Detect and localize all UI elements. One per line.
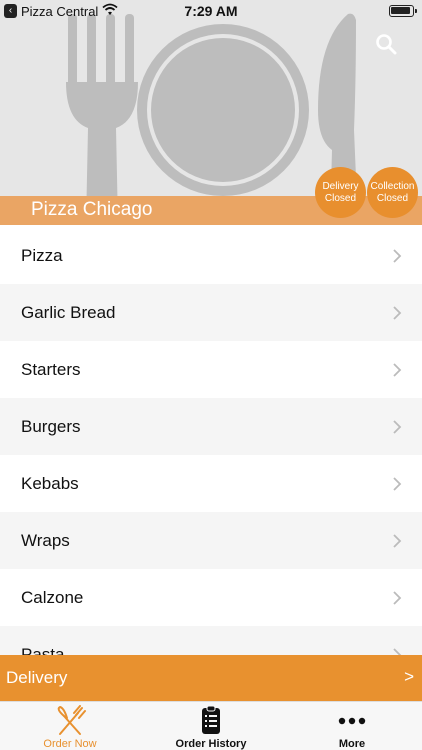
collection-status-badge: Collection Closed [367,167,418,218]
tab-order-now[interactable]: Order Now [0,702,140,750]
delivery-status-line2: Closed [324,192,357,204]
category-item-wraps[interactable]: Wraps [0,512,422,569]
category-item-garlic-bread[interactable]: Garlic Bread [0,284,422,341]
receipt-list-icon [202,705,220,734]
delivery-status-badge: Delivery Closed [315,167,366,218]
category-label: Kebabs [21,473,79,493]
battery-icon [389,5,417,17]
status-bar: ‹ Pizza Central 7:29 AM [0,0,422,22]
tab-label: Order Now [43,738,97,750]
chevron-right-icon [393,533,402,548]
tab-more[interactable]: More [282,702,422,750]
delivery-mode-label: Delivery [6,668,68,687]
chevron-right-icon [393,305,402,320]
chevron-right-icon [393,419,402,434]
category-list[interactable]: Pizza Garlic Bread Starters Burgers Keba… [0,227,422,655]
category-label: Pasta [21,644,65,656]
category-label: Starters [21,359,81,379]
category-item-burgers[interactable]: Burgers [0,398,422,455]
tab-label: Order History [175,738,247,750]
category-item-pizza[interactable]: Pizza [0,227,422,284]
chevron-right-icon [393,590,402,605]
more-dots-icon [338,717,366,725]
hero-header: ‹ Pizza Central 7:29 AM Pizza Chicago De… [0,0,422,225]
category-label: Pizza [21,245,63,265]
delivery-status-line1: Delivery [322,180,359,192]
category-item-calzone[interactable]: Calzone [0,569,422,626]
search-icon[interactable] [374,32,398,56]
restaurant-name: Pizza Chicago [31,199,153,220]
category-item-kebabs[interactable]: Kebabs [0,455,422,512]
tab-order-history[interactable]: Order History [141,702,281,750]
chevron-right-icon: > [404,667,414,686]
tab-label: More [338,738,366,750]
category-label: Burgers [21,416,81,436]
chevron-right-icon [393,476,402,491]
tab-bar: Order Now Order History More [0,701,422,750]
collection-status-line2: Closed [376,192,409,204]
fork-knife-icon [57,705,86,735]
chevron-right-icon [393,362,402,377]
status-time: 7:29 AM [184,3,238,19]
category-label: Garlic Bread [21,302,116,322]
category-item-pasta[interactable]: Pasta [0,626,422,655]
category-item-starters[interactable]: Starters [0,341,422,398]
category-label: Calzone [21,587,84,607]
chevron-right-icon [393,248,402,263]
delivery-mode-bar[interactable]: Delivery > [0,655,422,701]
chevron-right-icon [393,647,402,655]
category-label: Wraps [21,530,70,550]
collection-status-line1: Collection [370,180,415,192]
